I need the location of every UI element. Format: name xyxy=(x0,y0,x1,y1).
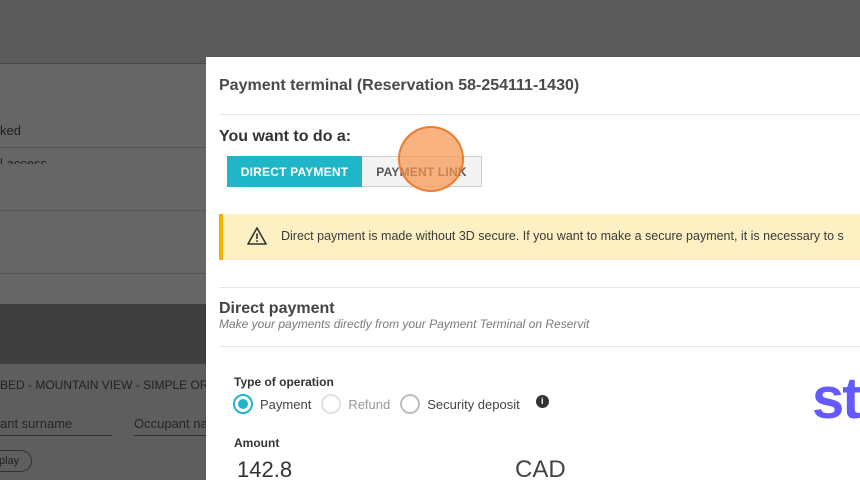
divider xyxy=(219,114,860,115)
payment-mode-question: You want to do a: xyxy=(219,128,352,145)
radio-icon xyxy=(400,394,421,414)
warning-alert: Direct payment is made without 3D secure… xyxy=(219,214,860,260)
occupant-surname-input[interactable]: ant surname xyxy=(0,412,112,436)
warning-text: Direct payment is made without 3D secure… xyxy=(281,229,844,243)
radio-icon xyxy=(321,394,342,414)
info-icon[interactable]: i xyxy=(535,394,549,408)
divider xyxy=(219,346,860,347)
radio-security-deposit[interactable]: Security deposit xyxy=(400,394,520,414)
currency-label: CAD xyxy=(515,456,566,480)
warning-icon xyxy=(247,227,267,245)
radio-label: Payment xyxy=(260,396,312,412)
divider xyxy=(0,147,206,148)
divider xyxy=(219,287,860,288)
background-panel xyxy=(0,64,206,304)
occupant-name-input[interactable]: Occupant na xyxy=(134,412,206,436)
radio-label: Refund xyxy=(348,396,391,412)
amount-input[interactable]: 142.8 xyxy=(237,457,292,480)
background-topbar xyxy=(0,0,860,64)
section-subtitle: Make your payments directly from your Pa… xyxy=(219,317,590,331)
payment-terminal-modal: Payment terminal (Reservation 58-254111-… xyxy=(206,57,860,480)
background-row: ked xyxy=(0,123,21,138)
operation-type-label: Type of operation xyxy=(234,375,334,389)
amount-label: Amount xyxy=(234,436,280,450)
radio-selected-icon xyxy=(233,394,253,414)
operation-type-radio-group: Payment Refund Security deposit i xyxy=(233,394,549,414)
radio-payment[interactable]: Payment xyxy=(233,394,311,414)
divider xyxy=(0,210,206,211)
room-type-label: BED - MOUNTAIN VIEW - SIMPLE OR xyxy=(0,378,206,392)
click-indicator xyxy=(398,126,464,192)
display-button[interactable]: play xyxy=(0,450,32,472)
section-title: Direct payment xyxy=(219,300,335,317)
background-dark-band xyxy=(0,304,206,364)
direct-payment-button[interactable]: DIRECT PAYMENT xyxy=(227,156,362,187)
radio-label: Security deposit xyxy=(427,396,520,412)
divider xyxy=(0,273,206,274)
stripe-logo: st xyxy=(812,366,860,431)
modal-title: Payment terminal (Reservation 58-254111-… xyxy=(219,77,580,94)
radio-refund[interactable]: Refund xyxy=(321,394,390,414)
background-row: l access xyxy=(0,156,47,164)
